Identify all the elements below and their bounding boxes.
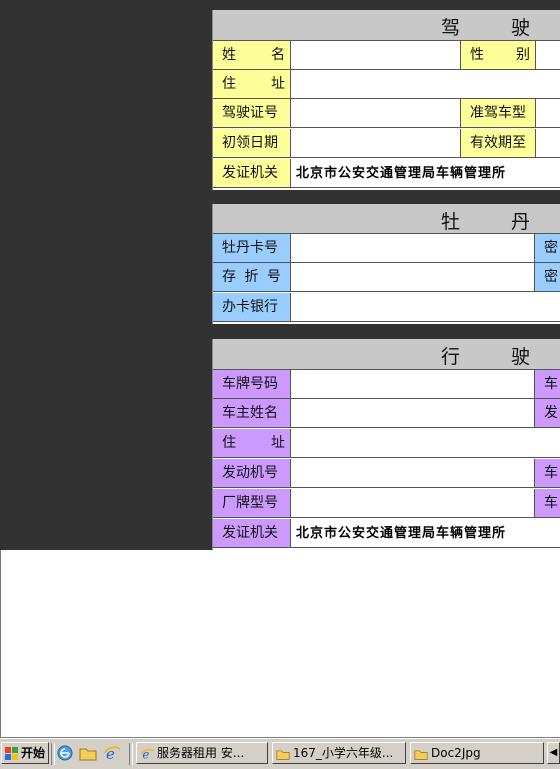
peony-bank-value[interactable] [291,293,560,322]
chevron-left-icon: ◀ [549,747,558,758]
vehicle-engine-label: 发动机号 [213,459,291,488]
license-address-label-char-2: 址 [271,76,285,92]
quick-launch-folder-icon[interactable] [79,744,97,762]
taskbar-scroll-left-button[interactable]: ◀ [547,742,560,764]
vehicle-engine-value[interactable] [291,459,535,488]
license-title-char-1: 驾 [441,17,461,39]
vehicle-panel-header: 行 驶 [213,339,560,370]
license-panel: 驾 驶 姓名 性别 住址 驾驶证号 准驾车型 初领日期 有效期至 发证机关 北京… [212,10,560,190]
vehicle-address-label: 住址 [213,429,291,458]
vehicle-model-label: 厂牌型号 [213,489,291,518]
taskbar: 开始 e e 服务器租用 安... 167_小学六年级... Doc2Jpg ◀ [0,738,560,769]
vehicle-issuer-label: 发证机关 [213,519,291,548]
vehicle-address-value[interactable] [291,429,560,458]
license-issue-date-value[interactable] [291,129,461,158]
license-number-label: 驾驶证号 [213,99,291,128]
license-address-value[interactable] [291,70,560,99]
license-address-label: 住址 [213,70,291,99]
license-gender-label-char-1: 性 [470,47,484,63]
vehicle-address-label-char-1: 住 [222,435,236,451]
task-button-doc2jpg[interactable]: Doc2Jpg [410,742,544,764]
windows-flag-icon [5,746,18,760]
vehicle-plate-label: 车牌号码 [213,370,291,399]
folder-icon [276,750,290,760]
vehicle-right-label-4: 车 [535,489,560,518]
quick-launch-ie-icon[interactable]: e [103,744,121,762]
taskbar-separator-2 [129,743,133,765]
vehicle-title-char-2: 驶 [511,346,531,368]
license-gender-label: 性别 [461,41,536,70]
task-label-ie: 服务器租用 安... [157,746,245,760]
peony-panel: 牡 丹 牡丹卡号 密 存 折 号 密 办卡银行 [212,204,560,324]
vehicle-owner-value[interactable] [291,399,535,428]
page-left-border [0,550,1,738]
quick-launch-browser-icon[interactable] [56,744,74,762]
license-valid-until-value[interactable] [536,129,560,158]
license-gender-label-char-2: 别 [516,47,530,63]
vehicle-right-label-1: 车 [535,370,560,399]
peony-card-number-value[interactable] [291,234,535,263]
license-name-value[interactable] [291,41,461,70]
vehicle-right-label-3: 车 [535,459,560,488]
license-issue-date-label: 初领日期 [213,129,291,158]
vehicle-right-label-2: 发 [535,399,560,428]
start-label: 开始 [21,746,46,760]
peony-panel-header: 牡 丹 [213,204,560,234]
peony-password-label-2: 密 [535,263,560,292]
peony-passbook-value[interactable] [291,263,535,292]
vehicle-address-label-char-2: 址 [271,435,285,451]
vehicle-plate-value[interactable] [291,370,535,399]
license-panel-header: 驾 驶 [213,10,560,41]
peony-bank-label: 办卡银行 [213,293,291,322]
peony-passbook-label: 存 折 号 [213,263,291,292]
license-gender-value[interactable] [536,41,560,70]
vehicle-owner-label: 车主姓名 [213,399,291,428]
task-button-folder[interactable]: 167_小学六年级... [272,742,406,764]
vehicle-panel: 行 驶 车牌号码 车 车主姓名 发 住址 发动机号 车 厂牌型号 车 发证机关 … [212,339,560,550]
task-label-folder: 167_小学六年级... [293,746,394,760]
license-name-label-char-1: 姓 [222,47,236,63]
peony-password-label-1: 密 [535,234,560,263]
start-button[interactable]: 开始 [1,742,49,764]
license-vehicle-class-value[interactable] [536,99,560,128]
license-name-label: 姓名 [213,41,291,70]
taskbar-separator [51,743,55,765]
peony-title-char-2: 丹 [511,211,531,233]
ie-icon: e [140,747,154,761]
vehicle-model-value[interactable] [291,489,535,518]
license-number-value[interactable] [291,99,461,128]
task-label-doc2jpg: Doc2Jpg [431,746,481,760]
license-issuer-value: 北京市公安交通管理局车辆管理所 [291,159,560,188]
license-address-label-char-1: 住 [222,76,236,92]
task-button-ie[interactable]: e 服务器租用 安... [136,742,268,764]
license-vehicle-class-label: 准驾车型 [461,99,536,128]
license-valid-until-label: 有效期至 [461,129,536,158]
vehicle-issuer-value: 北京市公安交通管理局车辆管理所 [291,519,560,548]
peony-card-number-label: 牡丹卡号 [213,234,291,263]
folder-icon [414,750,428,760]
vehicle-title-char-1: 行 [441,346,461,368]
license-name-label-char-2: 名 [271,47,285,63]
license-issuer-label: 发证机关 [213,159,291,188]
peony-title-char-1: 牡 [441,211,461,233]
license-title-char-2: 驶 [511,17,531,39]
